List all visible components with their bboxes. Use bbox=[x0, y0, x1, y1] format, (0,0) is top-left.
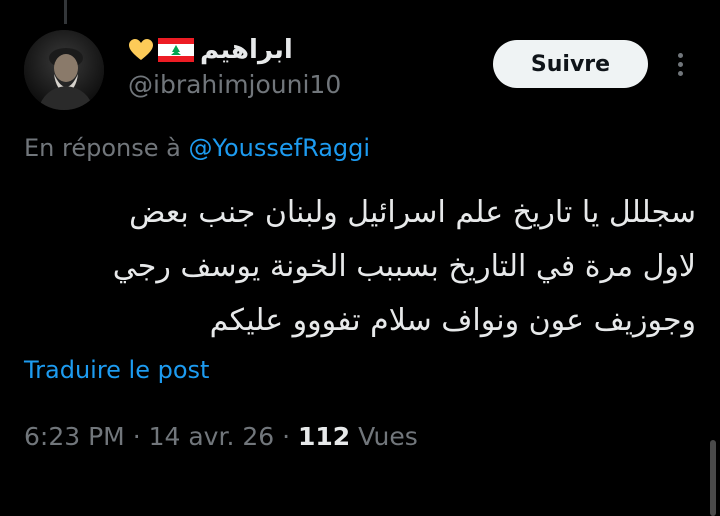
author-block: ابراهيم @ibrahimjouni10 bbox=[128, 32, 468, 99]
views-count: 112 bbox=[298, 422, 351, 451]
tweet-text: سجللل يا تاريخ علم اسرائيل ولبنان جنب بع… bbox=[24, 186, 696, 348]
user-handle[interactable]: @ibrahimjouni10 bbox=[128, 70, 468, 99]
tweet-time[interactable]: 6:23 PM bbox=[24, 422, 125, 451]
scrollbar[interactable] bbox=[710, 440, 716, 516]
tweet-date[interactable]: 14 avr. 26 bbox=[149, 422, 275, 451]
reply-mention-link[interactable]: @YoussefRaggi bbox=[188, 134, 370, 162]
tweet-line: سجللل يا تاريخ علم اسرائيل ولبنان جنب بع… bbox=[129, 195, 696, 230]
tweet-meta: 6:23 PM · 14 avr. 26 · 112 Vues bbox=[24, 422, 418, 451]
display-name[interactable]: ابراهيم bbox=[200, 35, 293, 65]
yellow-heart-icon bbox=[129, 39, 153, 60]
meta-separator: · bbox=[282, 422, 291, 451]
more-dots-icon[interactable] bbox=[668, 50, 692, 78]
name-row: ابراهيم bbox=[128, 32, 468, 68]
tweet-line: لاول مرة في التاريخ بسببب الخونة يوسف رج… bbox=[112, 249, 696, 284]
reply-prefix: En réponse à bbox=[24, 134, 181, 162]
name-emojis bbox=[128, 38, 194, 62]
avatar[interactable] bbox=[24, 30, 104, 110]
views-label: Vues bbox=[358, 422, 418, 451]
meta-separator: · bbox=[132, 422, 141, 451]
lebanon-flag-icon bbox=[158, 38, 194, 62]
avatar-image bbox=[24, 30, 104, 110]
follow-button[interactable]: Suivre bbox=[493, 40, 648, 88]
reply-context: En réponse à @YoussefRaggi bbox=[24, 134, 370, 162]
thread-line bbox=[64, 0, 67, 24]
translate-post-link[interactable]: Traduire le post bbox=[24, 356, 209, 384]
tweet-line: وجوزيف عون ونواف سلام تفووو عليكم bbox=[209, 303, 696, 338]
